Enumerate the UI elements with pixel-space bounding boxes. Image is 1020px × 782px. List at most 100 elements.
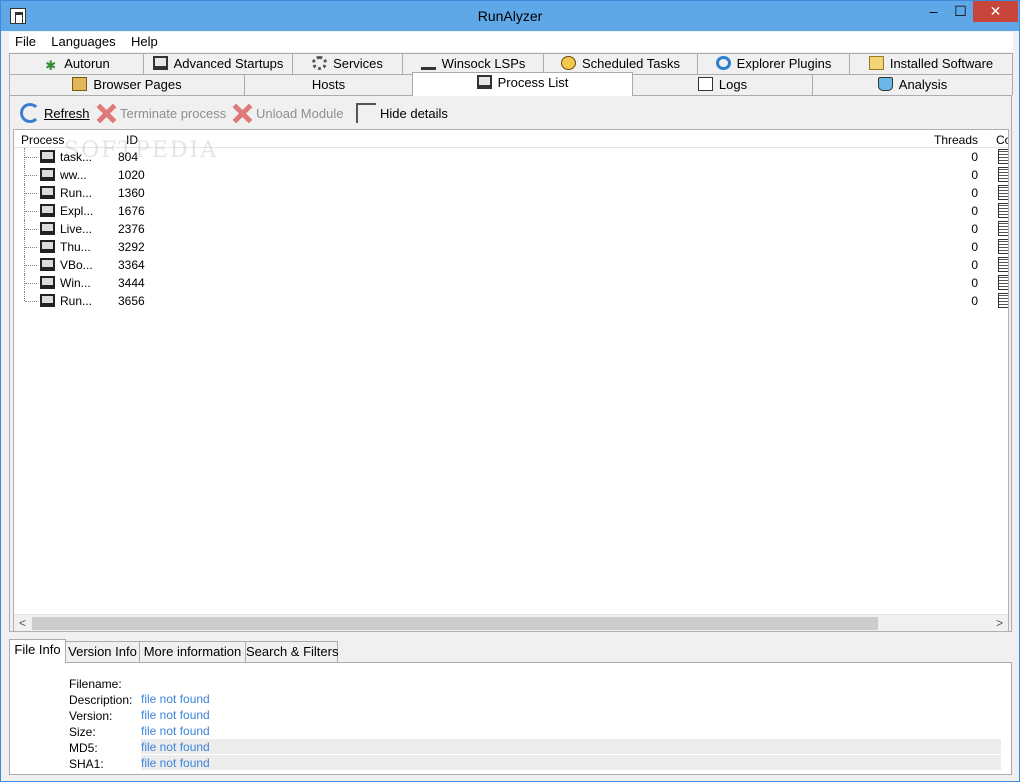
column-header-threads[interactable]: Threads <box>934 133 978 147</box>
tab-file-info[interactable]: File Info <box>9 639 66 663</box>
field-value: file not found <box>141 692 210 706</box>
process-name: Win... <box>60 276 91 290</box>
terminate-process-button[interactable]: Terminate process <box>96 100 226 127</box>
menu-languages[interactable]: Languages <box>45 32 121 49</box>
thread-count: 0 <box>971 204 978 218</box>
tree-line <box>24 184 40 202</box>
tab-analysis[interactable]: Analysis <box>812 74 1013 95</box>
thread-count: 0 <box>971 276 978 290</box>
refresh-button[interactable]: Refresh <box>20 100 90 127</box>
tab-explorer-plugins[interactable]: Explorer Plugins <box>697 53 850 74</box>
tab-hosts[interactable]: Hosts <box>244 74 413 95</box>
tab-autorun[interactable]: ✱ Autorun <box>9 53 144 74</box>
scroll-left-button[interactable]: < <box>14 615 31 631</box>
scroll-right-button[interactable]: > <box>991 615 1008 631</box>
details-icon <box>998 203 1008 218</box>
column-header-process[interactable]: Process <box>21 133 64 147</box>
tab-label: Winsock LSPs <box>441 56 526 71</box>
menu-file[interactable]: File <box>9 32 42 49</box>
process-name: Run... <box>60 294 93 308</box>
tab-process-list[interactable]: Process List <box>412 72 633 96</box>
field-label: SHA1: <box>69 757 104 771</box>
details-icon <box>998 239 1008 254</box>
column-header-extra[interactable]: Co <box>996 133 1008 147</box>
details-icon <box>998 257 1008 272</box>
field-label: Filename: <box>69 677 122 691</box>
hide-details-button[interactable]: Hide details <box>356 100 448 127</box>
tab-advanced-startups[interactable]: Advanced Startups <box>143 53 293 74</box>
table-row[interactable]: Live... 2376 0 <box>14 220 1008 238</box>
field-value[interactable]: file not found <box>141 756 210 770</box>
ie-icon <box>715 56 731 70</box>
house-icon <box>72 77 88 91</box>
thread-count: 0 <box>971 222 978 236</box>
tab-label: Services <box>333 56 383 71</box>
tab-installed-software[interactable]: Installed Software <box>849 53 1013 74</box>
menu-help[interactable]: Help <box>125 32 164 49</box>
horizontal-scrollbar[interactable]: < > <box>14 614 1008 631</box>
maximize-button[interactable]: ☐ <box>947 1 974 22</box>
document-icon <box>697 77 713 91</box>
process-name: Thu... <box>60 240 91 254</box>
window-title: RunAlyzer <box>477 8 543 24</box>
tab-label: Advanced Startups <box>173 56 284 71</box>
title-bar[interactable]: RunAlyzer – ☐ ✕ <box>1 1 1019 31</box>
field-label: MD5: <box>69 741 98 755</box>
thread-count: 0 <box>971 186 978 200</box>
file-info-row: Filename: <box>10 675 1011 691</box>
flask-icon <box>877 77 893 91</box>
process-name: ww... <box>60 168 87 182</box>
clock-icon <box>560 56 576 70</box>
field-value: file not found <box>141 724 210 738</box>
tab-scheduled-tasks[interactable]: Scheduled Tasks <box>543 53 698 74</box>
star-icon: ✱ <box>45 58 57 73</box>
tab-logs[interactable]: Logs <box>632 74 813 95</box>
tree-line <box>24 256 40 274</box>
table-row[interactable]: Win... 3444 0 <box>14 274 1008 292</box>
details-icon <box>998 221 1008 236</box>
table-row[interactable]: Thu... 3292 0 <box>14 238 1008 256</box>
process-id: 3364 <box>118 258 145 272</box>
tab-label: Autorun <box>64 56 110 71</box>
process-name: Expl... <box>60 204 94 218</box>
process-icon <box>40 294 55 307</box>
table-row[interactable]: Run... 1360 0 <box>14 184 1008 202</box>
process-id: 3444 <box>118 276 145 290</box>
tree-line <box>24 148 40 166</box>
table-row[interactable]: Expl... 1676 0 <box>14 202 1008 220</box>
close-button[interactable]: ✕ <box>973 1 1018 22</box>
tree-line <box>24 166 40 184</box>
tab-label: Installed Software <box>889 56 994 71</box>
monitor-icon <box>476 75 492 89</box>
gear-icon <box>312 56 328 70</box>
box-icon <box>868 56 884 70</box>
file-info-row: Size: file not found <box>10 723 1011 739</box>
process-list[interactable]: Process ID Threads Co SOFTPEDIA task... … <box>13 129 1009 632</box>
file-info-row: Version: file not found <box>10 707 1011 723</box>
tab-version-info[interactable]: Version Info <box>65 641 140 663</box>
details-icon <box>998 149 1008 164</box>
tab-browser-pages[interactable]: Browser Pages <box>9 74 245 95</box>
table-row[interactable]: Run... 3656 0 <box>14 292 1008 310</box>
file-info-row: Description: file not found <box>10 691 1011 707</box>
process-id: 3292 <box>118 240 145 254</box>
tab-winsock-lsps[interactable]: Winsock LSPs <box>402 53 544 74</box>
plug-icon <box>420 56 436 70</box>
unload-module-button[interactable]: Unload Module <box>232 100 343 127</box>
tab-search-filters[interactable]: Search & Filters <box>245 641 338 663</box>
tab-services[interactable]: Services <box>292 53 403 74</box>
field-value[interactable]: file not found <box>141 740 210 754</box>
table-row[interactable]: task... 804 0 <box>14 148 1008 166</box>
scrollbar-thumb[interactable] <box>32 617 878 630</box>
table-row[interactable]: ww... 1020 0 <box>14 166 1008 184</box>
unload-icon <box>232 103 252 123</box>
details-icon <box>998 275 1008 290</box>
tab-more-information[interactable]: More information <box>139 641 246 663</box>
tree-line <box>24 274 40 292</box>
table-row[interactable]: VBo... 3364 0 <box>14 256 1008 274</box>
file-info-row: MD5: file not found <box>10 739 1011 755</box>
minimize-button[interactable]: – <box>920 1 947 22</box>
process-id: 2376 <box>118 222 145 236</box>
tab-label: Explorer Plugins <box>736 56 832 71</box>
value-field-background <box>141 739 1001 754</box>
